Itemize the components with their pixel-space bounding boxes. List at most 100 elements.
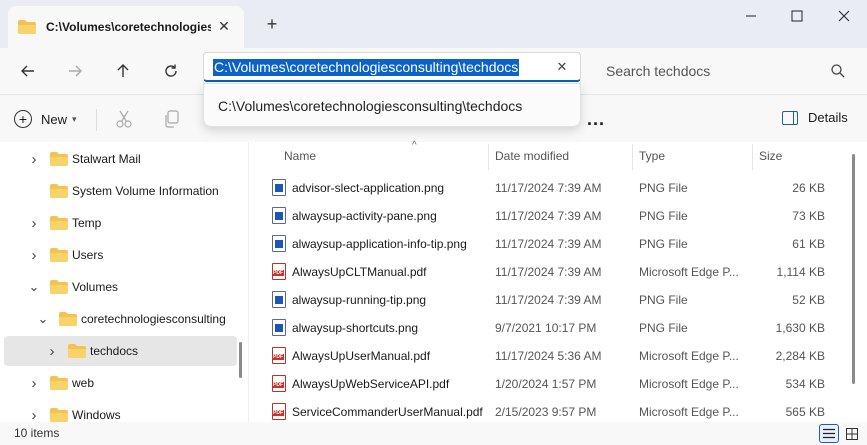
close-icon[interactable]: ✕ [214,16,234,36]
address-bar[interactable]: C:\Volumes\coretechnologiesconsulting\te… [203,52,581,82]
sidebar-item-label: Temp [72,216,102,230]
column-divider[interactable] [488,144,489,170]
folder-icon [50,280,68,294]
chevron-right-icon[interactable]: › [28,247,40,264]
new-button-label: New [41,111,68,127]
file-date: 11/17/2024 7:39 AM [495,265,602,279]
toolbar-divider [96,109,97,131]
table-row[interactable]: alwaysup-application-info-tip.png 11/17/2… [250,229,855,257]
sidebar-item-label: Users [72,248,104,262]
search-box[interactable]: Search techdocs [594,56,856,86]
chevron-right-icon[interactable]: › [28,375,40,392]
column-divider[interactable] [752,144,753,170]
pane-divider[interactable] [248,142,249,422]
sidebar-item-volumes[interactable]: ⌄ Volumes [4,272,237,302]
file-list: Name ^ Date modified Type Size advisor-s… [250,140,867,425]
column-header-size[interactable]: Size [759,142,839,170]
pdf-file-icon: PDF [272,263,286,280]
refresh-icon[interactable] [156,56,186,86]
nav-scrollbar[interactable] [239,342,242,378]
folder-icon [18,20,36,34]
copy-icon[interactable] [162,109,182,129]
details-view-icon[interactable] [819,424,839,443]
table-row[interactable]: PDF AlwaysUpWebServiceAPI.pdf 1/20/2024 1:… [250,369,855,397]
file-type: PNG File [639,181,688,195]
cut-icon[interactable] [114,109,134,129]
chevron-right-icon[interactable]: › [28,215,40,232]
file-type: PNG File [639,209,688,223]
column-type-label: Type [639,149,666,163]
sidebar-item-label: web [72,376,95,390]
navigation-pane: › Stalwart Mail System Volume Information ›… [0,142,248,422]
item-count: 10 items [14,426,60,440]
file-name: alwaysup-activity-pane.png [292,209,437,223]
sidebar-item-stalwart-mail[interactable]: › Stalwart Mail [4,144,237,174]
table-row[interactable]: alwaysup-shortcuts.png 9/7/2021 10:17 PM P… [250,313,855,341]
sort-ascending-icon: ^ [412,140,417,151]
sidebar-item-label: Volumes [72,280,119,294]
file-size: 2,284 KB [775,349,825,363]
list-scrollbar[interactable] [852,154,855,384]
sidebar-item-web[interactable]: › web [4,368,237,398]
sidebar-item-label: coretechnologiesconsulting [81,312,226,326]
chevron-right-icon[interactable]: › [28,151,40,168]
search-input[interactable]: Search techdocs [606,63,710,79]
file-date: 1/20/2024 1:57 PM [495,377,597,391]
tiles-view-icon[interactable] [842,424,862,443]
details-button[interactable]: Details [782,110,848,125]
file-size: 26 KB [792,181,825,195]
search-icon[interactable] [830,63,846,79]
close-window-button[interactable] [821,4,867,28]
new-tab-button[interactable]: + [260,12,284,36]
forward-arrow-icon[interactable] [60,56,90,86]
more-options-button[interactable]: ... [587,109,605,130]
file-name: alwaysup-application-info-tip.png [292,237,467,251]
sidebar-item-coretechnologiesconsulting[interactable]: ⌄ coretechnologiesconsulting [4,304,237,334]
column-header-name[interactable]: Name ^ [284,140,484,170]
address-suggestion-item[interactable]: C:\Volumes\coretechnologiesconsulting\te… [218,98,522,114]
file-size: 1,630 KB [775,321,825,335]
folder-icon [50,152,68,166]
folder-icon [50,248,68,262]
file-size: 73 KB [792,209,825,223]
pdf-file-icon: PDF [272,347,286,364]
tab-current[interactable]: C:\Volumes\coretechnologiesconsulting\te… [8,6,244,48]
column-size-label: Size [759,149,783,163]
chevron-down-icon[interactable]: ⌄ [37,311,49,326]
new-button[interactable]: + New ▾ [14,107,77,131]
column-header-date[interactable]: Date modified [495,142,630,170]
column-header-type[interactable]: Type [639,142,749,170]
chevron-right-icon[interactable]: › [28,407,40,423]
column-divider[interactable] [632,144,633,170]
pdf-file-icon: PDF [272,375,286,392]
file-name: alwaysup-running-tip.png [292,293,427,307]
table-row[interactable]: alwaysup-running-tip.png 11/17/2024 7:39 … [250,285,855,313]
sidebar-item-system-volume-information[interactable]: System Volume Information [4,176,237,206]
address-input[interactable]: C:\Volumes\coretechnologiesconsulting\te… [213,59,520,76]
table-row[interactable]: PDF AlwaysUpCLTManual.pdf 11/17/2024 7:39 … [250,257,855,285]
file-name: AlwaysUpUserManual.pdf [292,349,431,363]
png-file-icon [272,291,286,308]
sidebar-item-windows[interactable]: › Windows [4,400,237,422]
chevron-down-icon[interactable]: ⌄ [28,279,40,294]
table-row[interactable]: advisor-slect-application.png 11/17/2024 … [250,173,855,201]
status-bar: 10 items [0,422,867,445]
folder-icon [59,312,77,326]
sidebar-item-users[interactable]: › Users [4,240,237,270]
sidebar-item-temp[interactable]: › Temp [4,208,237,238]
sidebar-item-techdocs[interactable]: › techdocs [4,336,237,366]
details-pane-icon [782,110,798,125]
table-row[interactable]: alwaysup-activity-pane.png 11/17/2024 7:3… [250,201,855,229]
file-date: 11/17/2024 7:39 AM [495,237,602,251]
table-row[interactable]: PDF ServiceCommanderUserManual.pdf 2/15/20… [250,397,855,425]
maximize-button[interactable] [774,4,820,28]
chevron-right-icon[interactable]: › [46,343,58,360]
minimize-button[interactable] [728,4,774,28]
table-row[interactable]: PDF AlwaysUpUserManual.pdf 11/17/2024 5:36… [250,341,855,369]
file-size: 565 KB [785,405,825,419]
file-name: AlwaysUpCLTManual.pdf [292,265,427,279]
file-date: 11/17/2024 7:39 AM [495,181,602,195]
up-arrow-icon[interactable] [108,56,138,86]
back-arrow-icon[interactable] [13,56,43,86]
close-icon[interactable]: ✕ [554,59,570,75]
